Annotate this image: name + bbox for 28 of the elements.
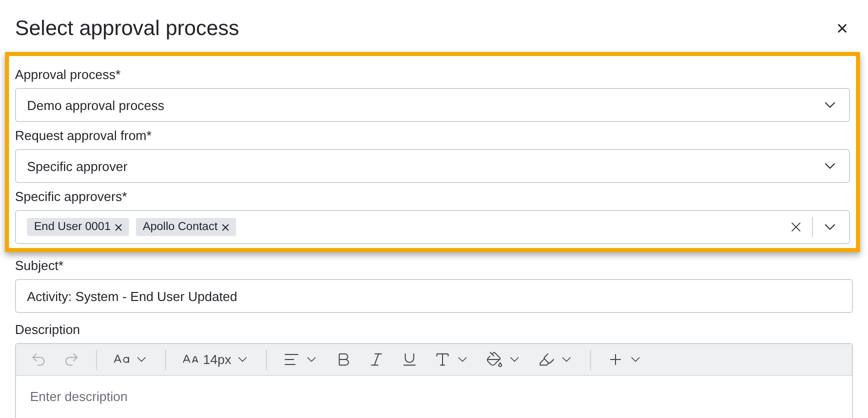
highlight-icon xyxy=(538,351,556,368)
field-label: Approval process* xyxy=(15,67,120,82)
close-button[interactable]: × xyxy=(832,19,852,39)
redo-icon xyxy=(63,351,80,368)
fill-icon xyxy=(486,351,504,368)
dialog-title: Select approval process xyxy=(15,17,240,41)
remove-icon[interactable] xyxy=(220,222,231,232)
multi-select-field[interactable]: End User 0001 Apollo Contact xyxy=(15,210,850,244)
field-label: Request approval from* xyxy=(15,128,152,143)
field-label: Subject* xyxy=(15,258,64,273)
select-field[interactable]: Specific approver xyxy=(15,149,850,183)
font-size-value: 14px xyxy=(203,352,232,367)
field-label: Specific approvers* xyxy=(15,189,127,204)
field-label: Description xyxy=(15,322,80,337)
select-field[interactable]: Demo approval process xyxy=(15,88,850,122)
approver-name: End User 0001 xyxy=(34,221,111,233)
description-placeholder: Enter description xyxy=(29,388,129,406)
align-icon xyxy=(283,351,300,368)
remove-icon[interactable] xyxy=(112,222,124,232)
subject-field[interactable]: Activity: System - End User Updated xyxy=(15,279,853,313)
textcolor-icon xyxy=(434,351,452,368)
description-editor[interactable]: 14px Enter description xyxy=(15,343,853,418)
size-button[interactable]: 14px xyxy=(174,346,258,372)
underline-icon xyxy=(401,351,418,368)
undo-icon xyxy=(30,351,47,368)
approver-tag[interactable]: End User 0001 xyxy=(27,218,129,236)
approver-name: Apollo Contact xyxy=(142,221,218,233)
approver-tag[interactable]: Apollo Contact xyxy=(136,218,236,236)
